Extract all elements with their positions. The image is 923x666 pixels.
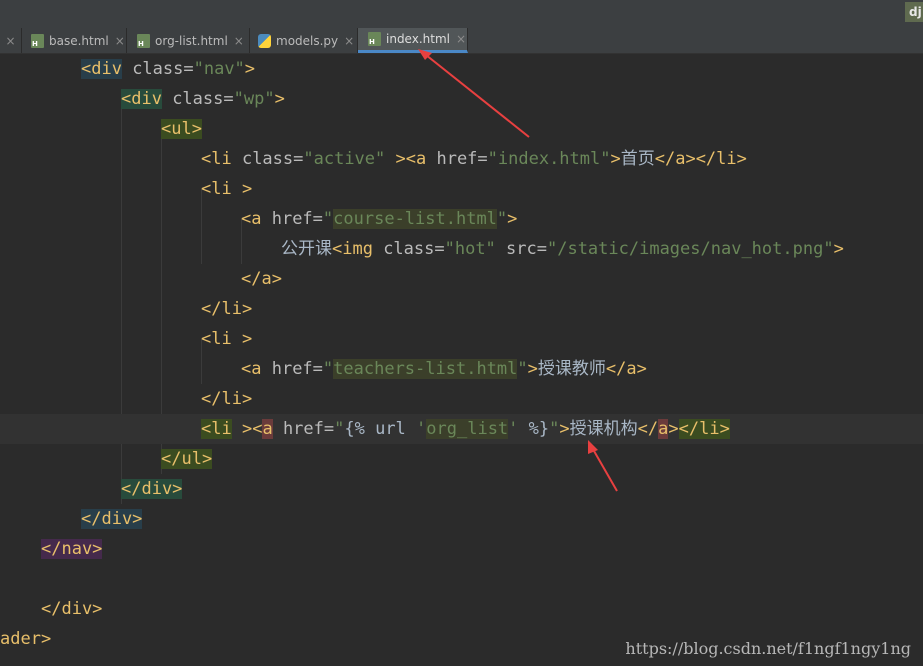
code-line-11: <a href="teachers-list.html">授课教师</a>	[241, 359, 647, 379]
code-line-14: </ul>	[161, 449, 213, 469]
code-line-19: </div>	[41, 599, 103, 619]
code-line-7: 公开课<img class="hot" src="/static/images/…	[281, 239, 844, 259]
tab-org-list-html[interactable]: org-list.html ×	[127, 28, 250, 53]
code-line-17: </nav>	[41, 539, 103, 559]
code-line-6: <a href="course-list.html">	[241, 209, 518, 229]
code-line-16: </div>	[81, 509, 143, 529]
html-file-icon	[137, 33, 150, 48]
code-line-3: <ul>	[161, 119, 202, 139]
tab-base-html[interactable]: base.html ×	[22, 28, 127, 53]
code-line-10: <li >	[201, 329, 253, 349]
close-icon[interactable]: ×	[234, 34, 244, 48]
close-icon[interactable]: ×	[456, 32, 466, 46]
code-line-5: <li >	[201, 179, 253, 199]
tab-label: index.html	[386, 32, 450, 46]
code-line-12: </li>	[201, 389, 253, 409]
code-editor[interactable]: <div class="nav"> <div class="wp"> <ul> …	[0, 54, 923, 666]
watermark: https://blog.csdn.net/f1ngf1ngy1ng	[625, 639, 911, 658]
code-line-1: <div class="nav">	[81, 59, 256, 79]
editor-tab-bar: × base.html × org-list.html × models.py …	[0, 28, 923, 54]
code-line-2: <div class="wp">	[121, 89, 285, 109]
tab-label: base.html	[49, 33, 109, 48]
tab-label: models.py	[276, 33, 339, 48]
html-file-icon	[31, 33, 44, 48]
code-line-9: </li>	[201, 299, 253, 319]
html-file-icon	[368, 32, 381, 46]
tab-index-html[interactable]: index.html ×	[358, 28, 468, 53]
previous-tab-close-icon[interactable]: ×	[0, 28, 22, 53]
tab-label: org-list.html	[155, 33, 228, 48]
project-badge[interactable]: dj	[905, 2, 923, 22]
code-line-8: </a>	[241, 269, 282, 289]
close-icon[interactable]: ×	[115, 34, 125, 48]
window-top-strip: dj	[0, 0, 923, 28]
python-file-icon	[258, 33, 271, 48]
code-line-15: </div>	[121, 479, 183, 499]
code-line-4: <li class="active" ><a href="index.html"…	[201, 149, 747, 169]
tab-models-py[interactable]: models.py ×	[250, 28, 358, 53]
code-line-13-current: <li ><a href="{% url 'org_list' %}">授课机构…	[0, 414, 923, 444]
close-icon[interactable]: ×	[344, 34, 354, 48]
